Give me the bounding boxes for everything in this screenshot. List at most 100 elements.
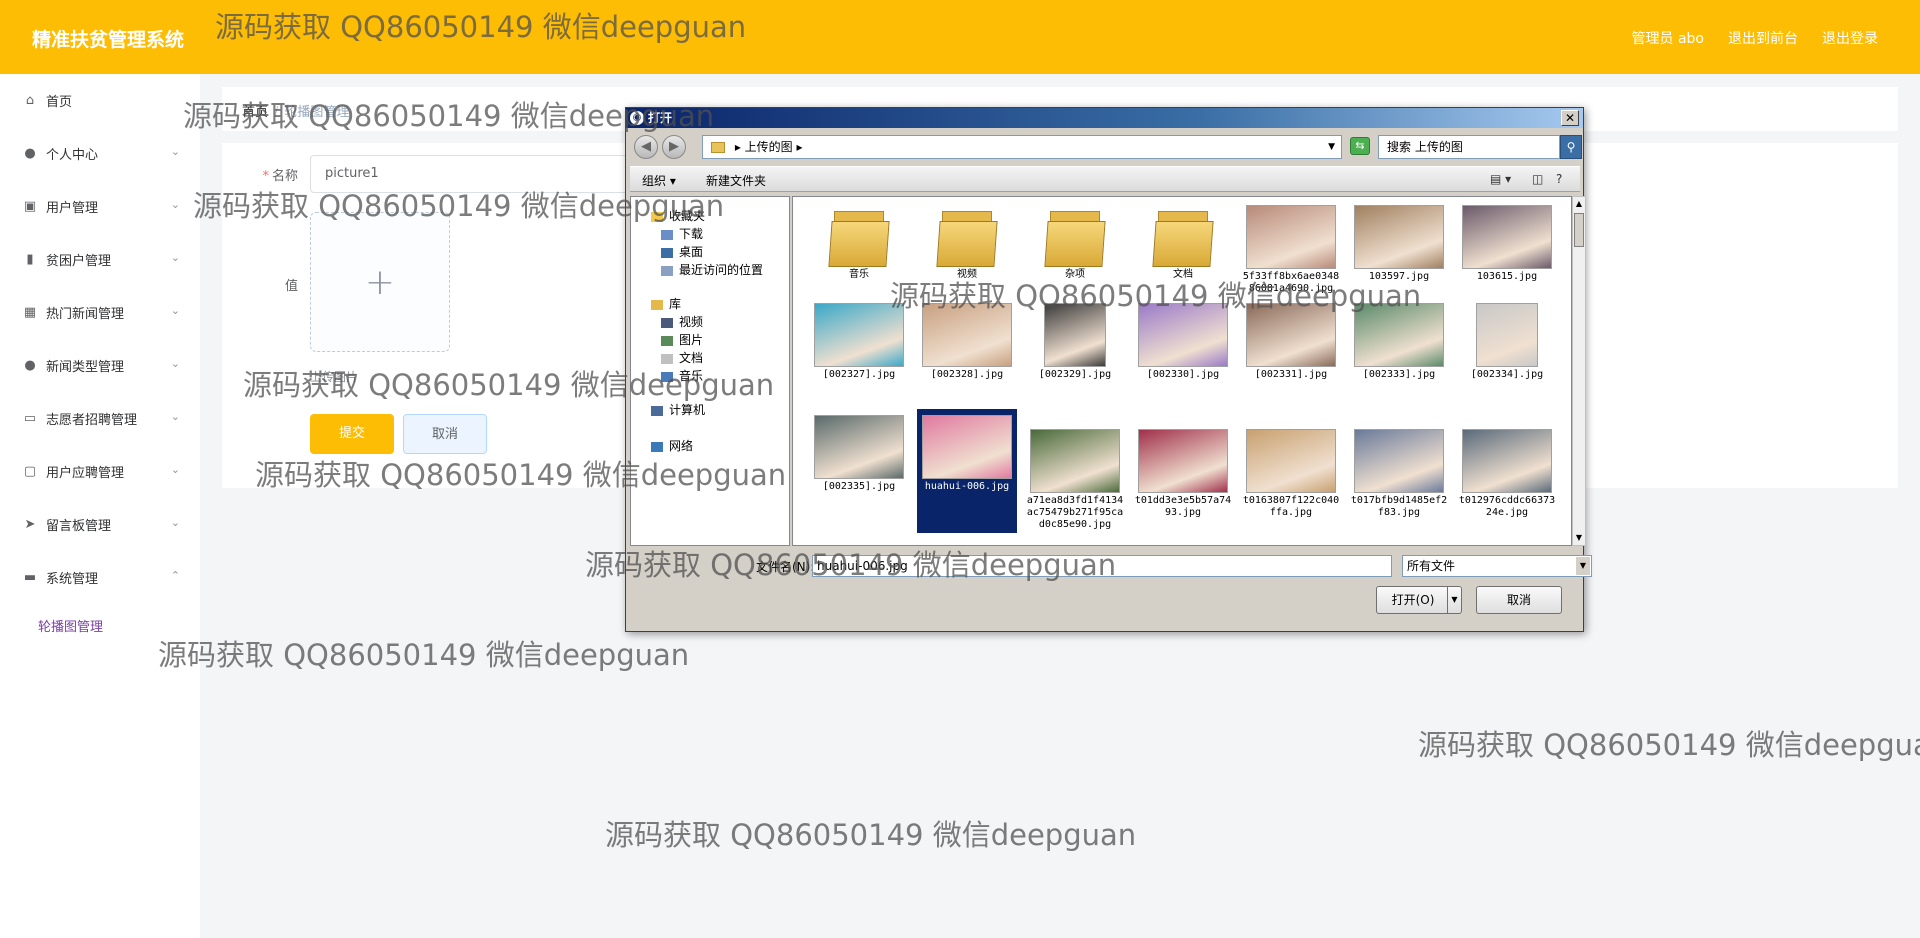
- tree-item-label: 音乐: [679, 369, 704, 383]
- app-title: 精准扶贫管理系统: [32, 29, 185, 51]
- logout-link[interactable]: 退出登录: [1822, 28, 1878, 48]
- preview-pane-icon[interactable]: ◫: [1532, 172, 1543, 186]
- file-name: [002327].jpg: [822, 369, 896, 380]
- address-dropdown-icon[interactable]: ▼: [1328, 136, 1335, 158]
- image-file-item[interactable]: [002333].jpg: [1349, 297, 1449, 389]
- chevron-icon: ⌄: [170, 516, 180, 529]
- tree-item-2[interactable]: 桌面: [661, 243, 703, 260]
- sidebar-subitem-carousel[interactable]: 轮播图管理: [0, 604, 200, 652]
- image-file-item[interactable]: t0163807f122c040ffa.jpg: [1241, 409, 1341, 533]
- dialog-cancel-button[interactable]: 取消: [1476, 586, 1562, 614]
- scroll-down-icon[interactable]: ▼: [1574, 532, 1584, 544]
- front-link[interactable]: 退出到前台: [1728, 28, 1798, 48]
- file-name: [002329].jpg: [1038, 369, 1112, 380]
- sidebar-item-8[interactable]: ➤ 留言板管理 ⌄: [0, 498, 200, 551]
- image-file-item[interactable]: 103597.jpg: [1349, 199, 1449, 291]
- sidebar-item-2[interactable]: ▣ 用户管理 ⌄: [0, 180, 200, 233]
- refresh-button[interactable]: ⇆: [1350, 137, 1370, 155]
- upload-tip: 上传图片: [310, 370, 359, 384]
- chat-icon: ▢: [23, 464, 37, 479]
- plus-icon: +: [364, 261, 396, 303]
- image-file-item[interactable]: [002334].jpg: [1457, 297, 1557, 389]
- tree-item-9[interactable]: 计算机: [651, 401, 705, 418]
- tree-item-0[interactable]: 收藏夹: [651, 207, 705, 224]
- sidebar-item-label: 志愿者招聘管理: [46, 413, 138, 428]
- sidebar-item-6[interactable]: ▭ 志愿者招聘管理 ⌄: [0, 392, 200, 445]
- new-folder-button[interactable]: 新建文件夹: [706, 172, 766, 189]
- dialog-titlebar: ◉ 打开 ✕: [626, 108, 1583, 128]
- sidebar-item-1[interactable]: ● 个人中心 ⌄: [0, 127, 200, 180]
- organize-menu[interactable]: 组织 ▾: [642, 172, 676, 189]
- folder-item[interactable]: 音乐: [809, 199, 909, 291]
- name-input[interactable]: picture1: [310, 155, 670, 193]
- help-icon[interactable]: ?: [1556, 172, 1562, 186]
- image-file-item[interactable]: 103615.jpg: [1457, 199, 1557, 291]
- upload-box[interactable]: +: [310, 212, 450, 352]
- tree-item-4[interactable]: 库: [651, 295, 681, 312]
- image-thumbnail: [1246, 303, 1336, 367]
- image-file-item[interactable]: 5f33ff8bx6ae034886081a4690.jpg: [1241, 199, 1341, 294]
- tree-item-7[interactable]: 文档: [661, 349, 703, 366]
- sidebar-item-3[interactable]: ▮ 贫困户管理 ⌄: [0, 233, 200, 286]
- sidebar-item-9[interactable]: ▬ 系统管理 ⌃: [0, 551, 200, 604]
- watermark-text: 源码获取 QQ86050149 微信deepguan: [1418, 728, 1920, 762]
- search-icon[interactable]: ⚲: [1560, 135, 1582, 159]
- tree-item-10[interactable]: 网络: [651, 437, 693, 454]
- tree-item-icon: [651, 211, 663, 222]
- sidebar-item-0[interactable]: ⌂ 首页: [0, 74, 200, 127]
- forward-button[interactable]: ▶: [662, 135, 686, 159]
- scroll-up-icon[interactable]: ▲: [1574, 198, 1584, 210]
- image-file-item[interactable]: t017bfb9d1485ef2f83.jpg: [1349, 409, 1449, 533]
- filename-input[interactable]: huahui-006.jpg ▼: [812, 555, 1452, 577]
- image-file-item[interactable]: huahui-006.jpg: [917, 409, 1017, 533]
- bar-chart-icon: ▮: [26, 252, 34, 267]
- tree-item-1[interactable]: 下载: [661, 225, 703, 242]
- tree-item-3[interactable]: 最近访问的位置: [661, 261, 763, 278]
- chevron-icon: ⌄: [170, 251, 180, 264]
- dialog-close-button[interactable]: ✕: [1561, 110, 1579, 126]
- filetype-dropdown-icon[interactable]: ▼: [1576, 557, 1590, 575]
- file-list-scrollbar[interactable]: ▲ ▼: [1572, 196, 1586, 546]
- image-file-item[interactable]: [002335].jpg: [809, 409, 909, 533]
- back-button[interactable]: ◀: [634, 135, 658, 159]
- sidebar-item-7[interactable]: ▢ 用户应聘管理 ⌄: [0, 445, 200, 498]
- cancel-button[interactable]: 取消: [403, 414, 487, 454]
- breadcrumb-current: 轮播图管理: [284, 105, 350, 120]
- home-icon: ⌂: [25, 93, 35, 108]
- sidebar-item-label: 首页: [46, 95, 73, 110]
- folder-item[interactable]: 视频: [917, 199, 1017, 291]
- filetype-select[interactable]: 所有文件 ▼: [1402, 555, 1592, 577]
- search-input[interactable]: 搜索 上传的图: [1378, 135, 1560, 159]
- tree-item-6[interactable]: 图片: [661, 331, 703, 348]
- tree-item-5[interactable]: 视频: [661, 313, 703, 330]
- header-links: 管理员 abo 退出到前台 退出登录: [1632, 28, 1878, 48]
- tree-item-label: 最近访问的位置: [679, 263, 764, 277]
- image-thumbnail: [1354, 205, 1444, 269]
- tree-item-icon: [651, 299, 663, 310]
- open-split-icon[interactable]: ▼: [1447, 587, 1461, 613]
- view-icon[interactable]: ▤ ▾: [1490, 172, 1511, 186]
- file-name: t0163807f122c040ffa.jpg: [1242, 495, 1340, 518]
- sidebar-item-5[interactable]: ● 新闻类型管理 ⌄: [0, 339, 200, 392]
- tree-item-label: 收藏夹: [669, 209, 706, 223]
- sidebar-item-4[interactable]: ▦ 热门新闻管理 ⌄: [0, 286, 200, 339]
- tree-item-8[interactable]: 音乐: [661, 367, 703, 384]
- folder-item[interactable]: 文档: [1133, 199, 1233, 291]
- file-open-dialog: ◉ 打开 ✕ ◀ ▶ ▸ 上传的图 ▸ ▼ ⇆ 搜索 上传的图 ⚲ 组织 ▾ 新…: [625, 107, 1592, 632]
- folder-icon: [1152, 207, 1214, 267]
- image-file-item[interactable]: t012976cddc6637324e.jpg: [1457, 409, 1557, 533]
- tree-item-label: 文档: [679, 351, 704, 365]
- image-file-item[interactable]: t01dd3e3e5b57a7493.jpg: [1133, 409, 1233, 533]
- image-file-item[interactable]: [002331].jpg: [1241, 297, 1341, 389]
- folder-item[interactable]: 杂项: [1025, 199, 1125, 291]
- image-file-item[interactable]: [002327].jpg: [809, 297, 909, 389]
- image-file-item[interactable]: a71ea8d3fd1f4134ac75479b271f95cad0c85e90…: [1025, 409, 1125, 533]
- address-bar[interactable]: ▸ 上传的图 ▸ ▼: [702, 135, 1342, 159]
- image-file-item[interactable]: [002328].jpg: [917, 297, 1017, 389]
- image-file-item[interactable]: [002330].jpg: [1133, 297, 1233, 389]
- open-button[interactable]: 打开(O) ▼: [1376, 586, 1462, 614]
- breadcrumb-home[interactable]: 首页: [242, 105, 268, 120]
- submit-button[interactable]: 提交: [310, 414, 394, 454]
- scroll-thumb[interactable]: [1574, 213, 1584, 247]
- image-file-item[interactable]: [002329].jpg: [1025, 297, 1125, 389]
